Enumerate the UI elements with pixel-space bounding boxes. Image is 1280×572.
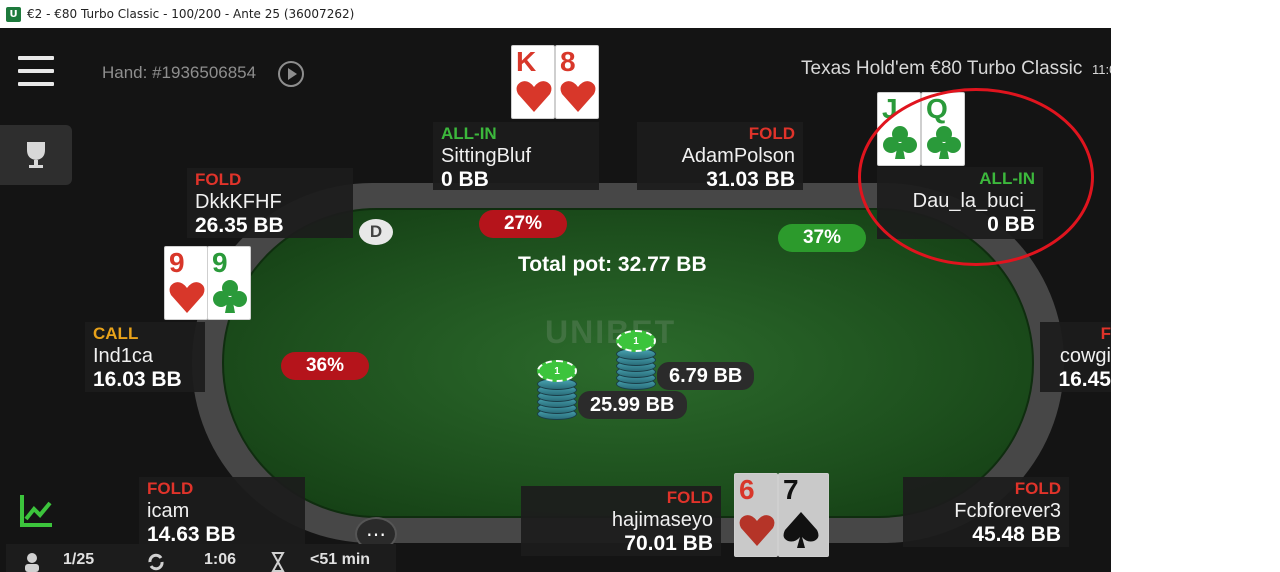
player-icon — [25, 553, 39, 572]
action-label: FOLD — [195, 170, 242, 189]
replay-play-icon[interactable] — [278, 61, 304, 87]
playing-card: 7 — [778, 473, 829, 557]
chip-stack-icon: 1 — [616, 328, 656, 392]
seat-icam[interactable]: FOLD icam 14.63 BB — [139, 477, 305, 547]
card-rank: 9 — [169, 247, 185, 278]
game-info-label: Texas Hold'em €80 Turbo Classic — [801, 58, 1083, 79]
playing-card: 9 — [164, 246, 208, 320]
player-stack: 0 BB — [441, 168, 489, 191]
seat-ind1ca[interactable]: CALL Ind1ca 16.03 BB — [85, 322, 205, 392]
playing-card: 6 — [734, 473, 778, 557]
bet-amount-side: 6.79 BB — [657, 362, 755, 390]
trophy-button[interactable] — [0, 125, 72, 185]
player-name: AdamPolson — [681, 145, 795, 167]
chip-label: 1 — [616, 330, 656, 352]
card-rank: 6 — [739, 474, 755, 505]
equity-ind1ca: 36% — [281, 352, 369, 380]
heart-suit-icon — [560, 81, 596, 112]
brand-logo: UNIBET — [545, 314, 677, 350]
hourglass-icon — [271, 552, 285, 572]
action-label: FOLD — [1014, 479, 1061, 498]
window-title: €2 - €80 Turbo Classic - 100/200 - Ante … — [27, 7, 355, 21]
card-rank: K — [516, 46, 537, 77]
seat-adampolson[interactable]: FOLD AdamPolson 31.03 BB — [637, 122, 803, 191]
chip-stack-icon: 1 — [537, 358, 577, 422]
player-stack: 26.35 BB — [195, 214, 284, 237]
player-stack: 70.01 BB — [624, 532, 713, 555]
player-name: cowgi — [1059, 345, 1111, 367]
player-name: SittingBluf — [441, 145, 532, 167]
playing-card: 9 — [207, 246, 251, 320]
poker-table-view: Hand: #1936506854 Texas Hold'em €80 Turb… — [0, 28, 1111, 572]
bottom-status-bar: 1/25 1:06 <51 min — [6, 544, 396, 572]
card-rank: 8 — [560, 46, 576, 77]
window-blank-area — [1111, 28, 1280, 572]
clock-label: 11:0 — [1092, 62, 1111, 77]
hands-counter: 1/25 — [63, 551, 95, 568]
player-stack: 45.48 BB — [972, 523, 1061, 546]
equity-dau-la-buci: 37% — [778, 224, 866, 252]
action-label: F — [1100, 324, 1111, 343]
bet-amount-main: 25.99 BB — [578, 391, 687, 419]
player-stack: 16.45 — [1058, 368, 1111, 391]
action-label: CALL — [93, 324, 139, 343]
app-icon: U — [6, 6, 21, 22]
session-duration: <51 min — [310, 551, 371, 568]
playing-card: K — [511, 45, 555, 119]
club-suit-icon — [213, 280, 247, 313]
heart-suit-icon — [169, 282, 205, 313]
hamburger-menu-icon[interactable] — [18, 56, 54, 88]
seat-hajimaseyo[interactable]: FOLD hajimaseyo 70.01 BB — [521, 486, 721, 556]
spade-suit-icon — [783, 512, 819, 548]
dealer-button: D — [359, 219, 393, 245]
total-pot: Total pot: 32.77 BB — [518, 253, 707, 276]
action-label: FOLD — [147, 479, 194, 498]
trophy-icon — [27, 142, 45, 168]
heart-suit-icon — [516, 81, 552, 112]
player-name: Fcbforever3 — [954, 500, 1061, 522]
action-label: ALL-IN — [441, 124, 497, 143]
seat-cowgirl[interactable]: F cowgi 16.45 — [1040, 322, 1111, 392]
chip-label: 1 — [537, 360, 577, 382]
action-label: FOLD — [666, 488, 713, 507]
playing-card: 8 — [555, 45, 599, 119]
player-stack: 31.03 BB — [706, 168, 795, 191]
card-rank: 9 — [212, 247, 228, 278]
stats-chart-icon[interactable] — [16, 491, 56, 531]
seat-dkkkfhf[interactable]: FOLD DkkKFHF 26.35 BB — [187, 168, 353, 238]
heart-suit-icon — [739, 515, 775, 546]
player-name: DkkKFHF — [195, 191, 282, 213]
hand-id: Hand: #1936506854 — [102, 63, 257, 82]
window-titlebar: U €2 - €80 Turbo Classic - 100/200 - Ant… — [0, 0, 1280, 28]
action-label: FOLD — [748, 124, 795, 143]
player-name: icam — [147, 500, 190, 522]
refresh-icon[interactable] — [146, 552, 166, 572]
equity-sittingbluf: 27% — [479, 210, 567, 238]
seat-fcbforever3[interactable]: FOLD Fcbforever3 45.48 BB — [903, 477, 1069, 547]
player-name: Ind1ca — [93, 345, 154, 367]
card-rank: 7 — [783, 474, 799, 505]
highlight-circle-annotation — [858, 88, 1094, 266]
seat-sittingbluf[interactable]: ALL-IN SittingBluf 0 BB — [433, 122, 599, 191]
player-name: hajimaseyo — [611, 509, 713, 531]
level-timer: 1:06 — [204, 551, 237, 568]
player-stack: 16.03 BB — [93, 368, 182, 391]
